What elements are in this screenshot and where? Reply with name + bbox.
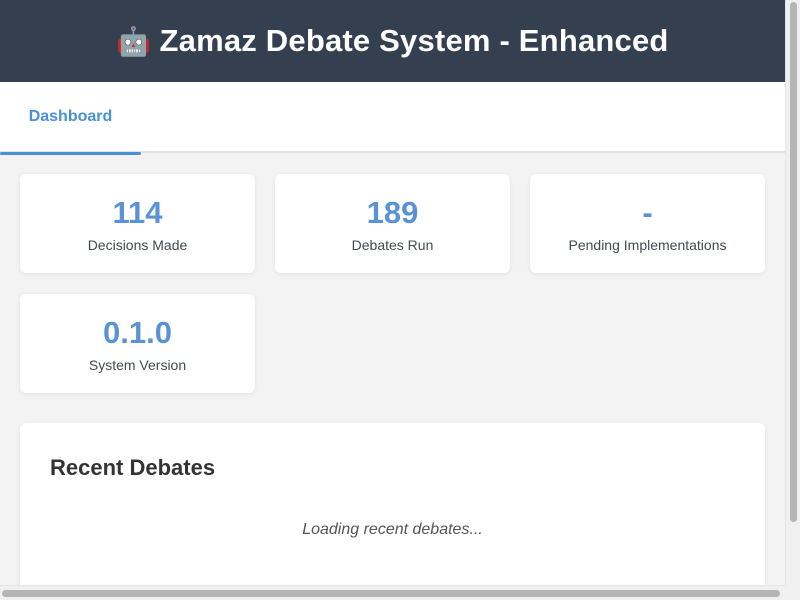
- vertical-scrollbar-thumb[interactable]: [790, 2, 797, 522]
- browser-viewport: 🤖 Zamaz Debate System - Enhanced Dashboa…: [0, 0, 800, 600]
- stat-label: Debates Run: [351, 236, 434, 253]
- stat-card-pending: - Pending Implementations: [530, 174, 765, 273]
- robot-icon: 🤖: [116, 24, 152, 58]
- page-content: 🤖 Zamaz Debate System - Enhanced Dashboa…: [0, 0, 785, 585]
- stat-card-decisions: 114 Decisions Made: [20, 174, 255, 273]
- loading-message: Loading recent debates...: [302, 521, 483, 538]
- stat-value: 189: [366, 194, 419, 230]
- vertical-scrollbar[interactable]: [785, 0, 800, 585]
- horizontal-scrollbar[interactable]: [0, 585, 785, 600]
- stat-value: 114: [112, 194, 163, 230]
- stat-card-version: 0.1.0 System Version: [20, 294, 255, 393]
- app-header: 🤖 Zamaz Debate System - Enhanced: [0, 0, 785, 82]
- app-title: Zamaz Debate System - Enhanced: [159, 23, 669, 58]
- tab-bar: Dashboard: [0, 82, 785, 155]
- scrollbar-corner: [785, 585, 800, 600]
- stat-value: -: [642, 194, 653, 230]
- stat-label: System Version: [88, 356, 187, 373]
- stat-label: Decisions Made: [87, 236, 188, 253]
- stat-value: 0.1.0: [103, 314, 172, 350]
- recent-debates-title: Recent Debates: [50, 455, 216, 480]
- tab-dashboard[interactable]: Dashboard: [0, 82, 141, 155]
- recent-debates-panel: Recent Debates Loading recent debates...: [20, 423, 765, 585]
- stat-card-debates: 189 Debates Run: [275, 174, 510, 273]
- horizontal-scrollbar-thumb[interactable]: [2, 590, 780, 597]
- stat-label: Pending Implementations: [568, 236, 727, 253]
